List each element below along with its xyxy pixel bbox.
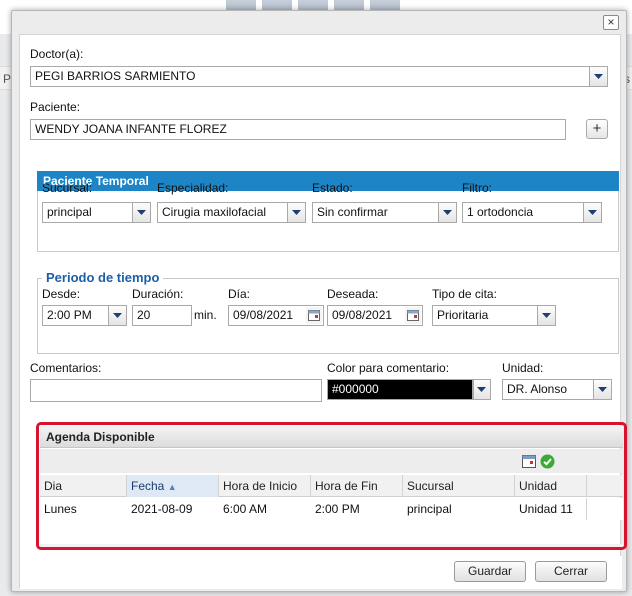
comentarios-label: Comentarios: xyxy=(30,361,102,375)
patient-value: WENDY JOANA INFANTE FLOREZ xyxy=(35,122,227,136)
unidad-label: Unidad: xyxy=(502,361,544,375)
deseada-label: Deseada: xyxy=(327,287,379,301)
sucursal-select[interactable]: principal xyxy=(42,202,151,223)
tipo-cita-select[interactable]: Prioritaria xyxy=(432,305,556,326)
chevron-down-icon[interactable] xyxy=(132,203,150,222)
desde-value: 2:00 PM xyxy=(47,308,92,322)
patient-input[interactable]: WENDY JOANA INFANTE FLOREZ xyxy=(30,119,566,140)
estado-label: Estado: xyxy=(312,181,353,195)
close-button[interactable]: Cerrar xyxy=(535,561,607,582)
sucursal-value: principal xyxy=(47,205,92,219)
tipo-cita-value: Prioritaria xyxy=(437,308,489,322)
estado-select[interactable]: Sin confirmar xyxy=(312,202,457,223)
dia-label: Día: xyxy=(228,287,251,301)
save-button[interactable]: Guardar xyxy=(454,561,526,582)
chevron-down-icon[interactable] xyxy=(589,67,607,86)
appointment-dialog: × Doctor(a): PEGI BARRIOS SARMIENTO Paci… xyxy=(11,10,627,592)
doctor-select[interactable]: PEGI BARRIOS SARMIENTO xyxy=(30,66,608,87)
dialog-footer: Guardar Cerrar xyxy=(20,556,622,589)
calendar-icon[interactable] xyxy=(306,307,322,324)
chevron-down-icon[interactable] xyxy=(108,306,126,325)
chevron-down-icon[interactable] xyxy=(537,306,555,325)
especialidad-select[interactable]: Cirugia maxilofacial xyxy=(157,202,306,223)
dialog-body: Doctor(a): PEGI BARRIOS SARMIENTO Pacien… xyxy=(19,34,627,589)
color-comentario-value: #000000 xyxy=(332,382,379,396)
duracion-unit: min. xyxy=(194,308,217,322)
doctor-label: Doctor(a): xyxy=(30,47,84,61)
chevron-down-icon[interactable] xyxy=(287,203,305,222)
dia-date-field[interactable]: 09/08/2021 xyxy=(228,305,324,326)
chevron-down-icon[interactable] xyxy=(593,380,611,399)
deseada-value: 09/08/2021 xyxy=(332,308,393,322)
duracion-input[interactable]: 20 xyxy=(132,305,192,326)
desde-select[interactable]: 2:00 PM xyxy=(42,305,127,326)
unidad-value: DR. Alonso xyxy=(507,382,568,396)
chevron-down-icon[interactable] xyxy=(438,203,456,222)
sucursal-label: Sucursal: xyxy=(42,181,93,195)
calendar-icon[interactable] xyxy=(405,307,421,324)
filtro-label: Filtro: xyxy=(462,181,492,195)
chevron-down-icon[interactable] xyxy=(474,380,490,399)
agenda-highlight-frame xyxy=(36,422,627,550)
estado-value: Sin confirmar xyxy=(317,205,388,219)
desde-label: Desde: xyxy=(42,287,81,301)
color-picker-button[interactable] xyxy=(473,379,491,400)
close-icon[interactable]: × xyxy=(603,15,619,30)
comentarios-input[interactable] xyxy=(30,379,322,402)
duracion-value: 20 xyxy=(137,308,151,322)
especialidad-label: Especialidad: xyxy=(157,181,229,195)
patient-label: Paciente: xyxy=(30,100,81,114)
filtro-value: 1 ortodoncia xyxy=(467,205,534,219)
especialidad-value: Cirugia maxilofacial xyxy=(162,205,267,219)
filtro-select[interactable]: 1 ortodoncia xyxy=(462,202,602,223)
deseada-date-field[interactable]: 09/08/2021 xyxy=(327,305,423,326)
add-patient-button[interactable]: + xyxy=(586,119,608,139)
color-comentario-field[interactable]: #000000 xyxy=(327,379,473,400)
dia-value: 09/08/2021 xyxy=(233,308,294,322)
color-comentario-label: Color para comentario: xyxy=(327,361,450,375)
period-legend: Periodo de tiempo xyxy=(42,270,164,285)
tipo-cita-label: Tipo de cita: xyxy=(432,287,497,301)
doctor-value: PEGI BARRIOS SARMIENTO xyxy=(35,69,196,83)
chevron-down-icon[interactable] xyxy=(583,203,601,222)
unidad-select[interactable]: DR. Alonso xyxy=(502,379,612,400)
duracion-label: Duración: xyxy=(132,287,184,301)
